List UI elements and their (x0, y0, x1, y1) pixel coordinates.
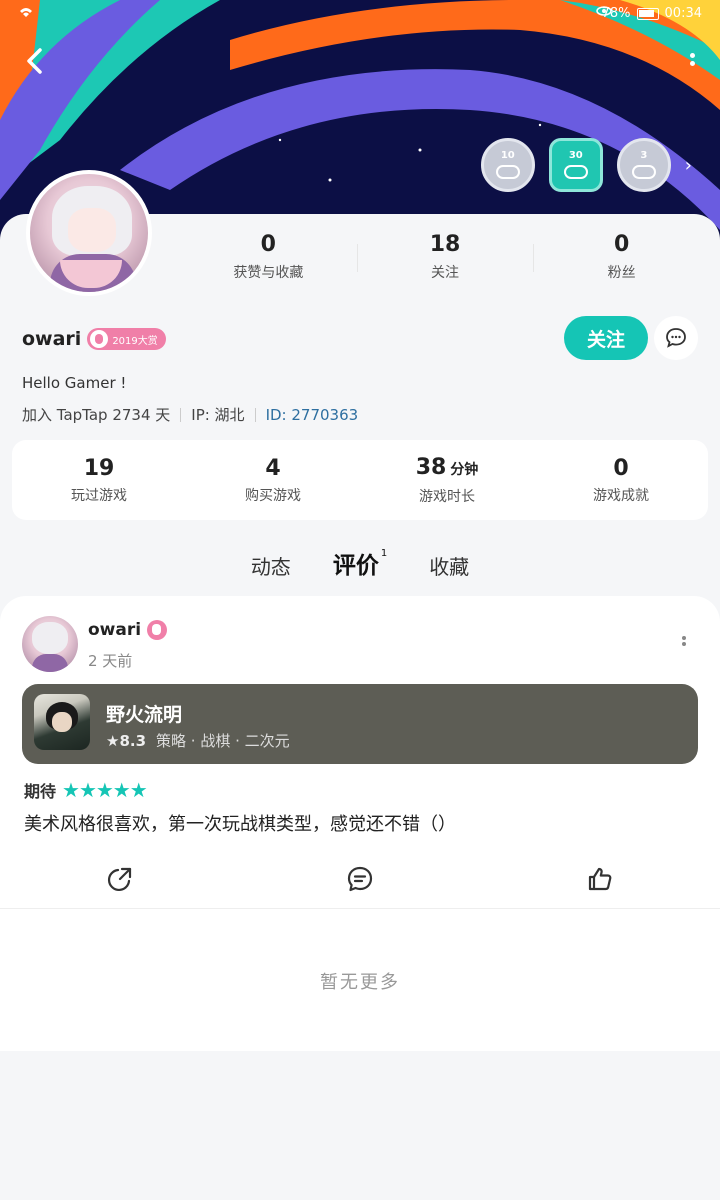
year-award-badge[interactable]: 2019大赏 (87, 328, 166, 350)
clock: 00:34 (664, 6, 702, 21)
review-author[interactable]: owari (88, 620, 141, 640)
review-time: 2 天前 (88, 652, 133, 670)
game-stats: 19 玩过游戏 4 购买游戏 38 分钟 游戏时长 0 游戏成就 (12, 440, 708, 520)
divider (254, 407, 256, 422)
badge-10[interactable]: 10 (480, 138, 535, 192)
divider (0, 908, 720, 909)
game-card[interactable]: 野火流明 ★8.3 策略 · 战棋 · 二次元 (22, 684, 698, 764)
stat-achievements[interactable]: 0 游戏成就 (534, 455, 708, 505)
game-meta: ★8.3 策略 · 战棋 · 二次元 (106, 730, 290, 751)
chevron-right-icon[interactable]: › (685, 155, 692, 176)
thumbs-up-icon (588, 867, 612, 891)
rating-row: 期待 ★★★★★ (24, 778, 148, 802)
badge-30[interactable]: 30 (548, 138, 603, 192)
gamepad-icon (495, 165, 520, 179)
message-button[interactable] (654, 316, 698, 360)
bio-text: Hello Gamer ! (22, 374, 127, 392)
back-button[interactable] (18, 44, 52, 78)
tab-favorites[interactable]: 收藏 (429, 551, 469, 580)
ip-location: IP: 湖北 (191, 406, 245, 424)
followers-count[interactable]: 0 粉丝 (533, 230, 710, 282)
award-icon (147, 620, 168, 640)
review-avatar[interactable] (22, 616, 78, 672)
more-menu-button[interactable] (686, 50, 698, 76)
profile-meta: 加入 TapTap 2734 天 IP: 湖北 ID: 2770363 (22, 404, 358, 425)
comment-button[interactable] (240, 854, 480, 904)
like-button[interactable] (480, 854, 720, 904)
award-icon (90, 330, 109, 348)
join-days: 加入 TapTap 2734 天 (22, 406, 171, 424)
achievement-badges[interactable]: 10 30 3 › (480, 138, 692, 192)
social-counts: 0 获赞与收藏 18 关注 0 粉丝 (180, 230, 710, 282)
follow-button[interactable]: 关注 (564, 316, 648, 360)
share-icon (107, 867, 132, 892)
review-count: 1 (380, 548, 388, 560)
stat-play-time[interactable]: 38 分钟 游戏时长 (360, 454, 534, 506)
tab-activity[interactable]: 动态 (251, 551, 291, 580)
comment-icon (347, 866, 373, 892)
game-icon (34, 694, 90, 750)
no-more-text: 暂无更多 (320, 972, 400, 993)
review-author-row: owari (88, 620, 168, 640)
share-button[interactable] (0, 854, 240, 904)
username-row: owari 2019大赏 (22, 328, 166, 350)
review-actions (0, 854, 720, 904)
battery-icon (636, 7, 659, 20)
rating-label: 期待 (24, 782, 57, 801)
stat-played-games[interactable]: 19 玩过游戏 (12, 455, 186, 505)
review-text: 美术风格很喜欢，第一次玩战棋类型，感觉还不错（） (24, 814, 456, 835)
gamepad-icon (563, 165, 588, 179)
game-score: ★8.3 (106, 731, 147, 750)
avatar[interactable] (26, 170, 152, 296)
content-tabs: 动态 评价 1 收藏 (0, 546, 720, 580)
chat-bubble-icon (666, 328, 686, 348)
chevron-left-icon (27, 48, 42, 74)
thumb-icon (631, 165, 656, 179)
review-card: owari 2 天前 野火流明 ★8.3 策略 · 战棋 · 二次元 期待 ★★… (0, 596, 720, 1051)
rating-stars: ★★★★★ (62, 778, 148, 802)
game-title: 野火流明 (106, 704, 183, 726)
badge-3[interactable]: 3 (616, 138, 671, 192)
game-tags: 策略 · 战棋 · 二次元 (156, 732, 290, 750)
divider (180, 407, 182, 422)
following-count[interactable]: 18 关注 (356, 230, 534, 282)
user-id[interactable]: ID: 2770363 (266, 406, 359, 424)
likes-count[interactable]: 0 获赞与收藏 (180, 230, 357, 282)
username: owari (22, 328, 82, 350)
stat-bought-games[interactable]: 4 购买游戏 (186, 455, 360, 505)
status-bar: 78% 00:34 (0, 0, 720, 30)
review-more-button[interactable] (680, 634, 688, 654)
tab-reviews[interactable]: 评价 1 (333, 546, 387, 580)
